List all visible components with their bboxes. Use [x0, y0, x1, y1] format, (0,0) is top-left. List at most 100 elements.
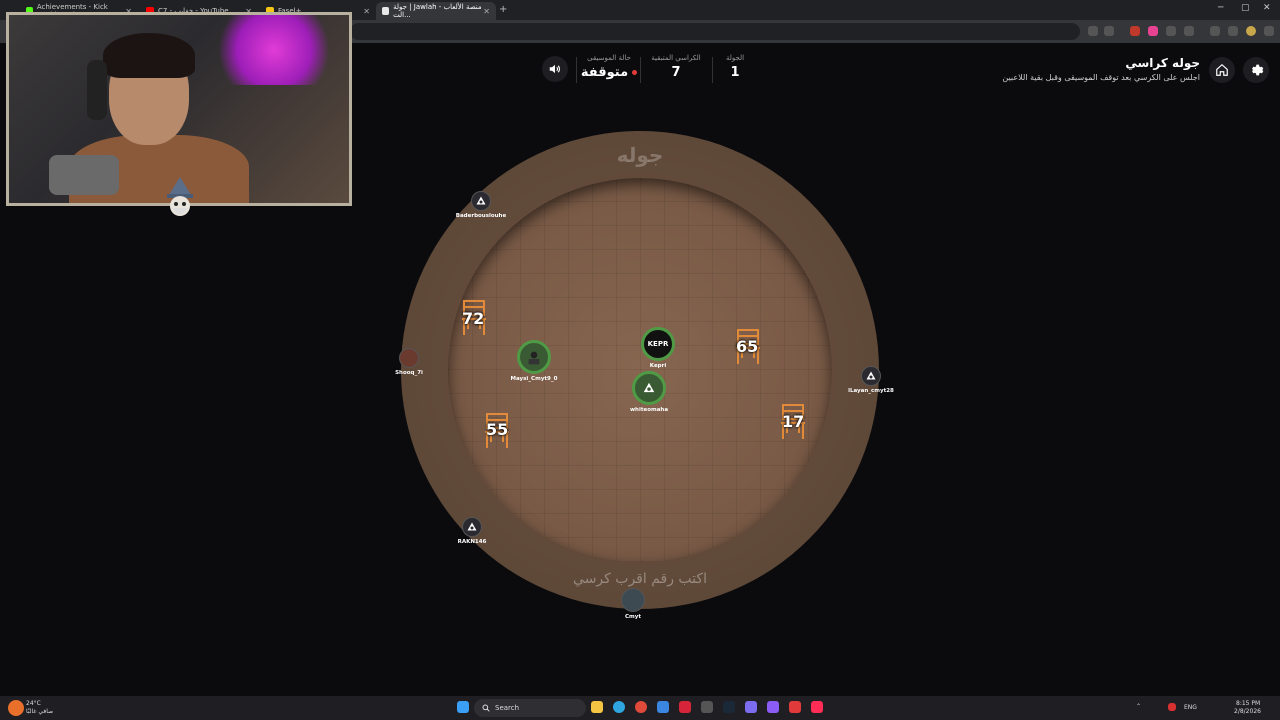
music-status: متوقفة [580, 65, 638, 80]
player-photo-icon [528, 351, 540, 365]
extension-icon[interactable] [1148, 26, 1158, 36]
player-name: Kepri [649, 363, 667, 369]
board-hint: اكتب رقم اقرب كرسي [573, 571, 707, 587]
player-badge: KEPR [647, 340, 669, 348]
home-button[interactable] [1209, 57, 1235, 83]
player-name: lLayan_cmyt28 [848, 388, 894, 394]
address-bar[interactable] [350, 23, 1080, 40]
player-token: Baderbouslouhe [450, 191, 512, 219]
tab-title: جولة | Jawlah - منصة الألعاب الت... [393, 3, 482, 19]
chairs-label: الكراسي المتبقية [651, 54, 701, 62]
tab-jawlah[interactable]: جولة | Jawlah - منصة الألعاب الت... ✕ [376, 2, 496, 20]
board-title: جوله [616, 143, 664, 167]
sound-toggle-button[interactable] [542, 56, 568, 82]
avatar [517, 340, 551, 374]
edge-icon[interactable] [613, 701, 625, 713]
weather-desc: صافي غالبًا [26, 708, 54, 715]
ghost-icon [866, 371, 876, 380]
game-title: جوله كراسي [1125, 56, 1200, 70]
wizard-mascot-icon [167, 177, 193, 216]
avatar: KEPR [641, 327, 675, 361]
player-name: RAKN146 [457, 539, 487, 545]
tray-chevron-icon[interactable]: ⌃ [1136, 703, 1141, 710]
close-icon[interactable]: ✕ [483, 7, 490, 16]
clock-date[interactable]: 2/8/2026 [1234, 708, 1261, 715]
chair-number[interactable]: 65 [736, 337, 758, 356]
ghost-icon [643, 382, 655, 393]
music-label: حالة الموسيقى [587, 54, 631, 62]
microphone [49, 155, 119, 195]
divider [576, 57, 577, 83]
player-name: Shooq_7i [395, 370, 423, 376]
chrome-icon[interactable] [635, 701, 647, 713]
language-indicator[interactable]: ENG [1184, 704, 1197, 711]
search-label: Search [495, 704, 520, 712]
status-dot-icon [632, 70, 638, 75]
speaker-icon [549, 64, 561, 74]
bookmark-star-icon[interactable] [1104, 26, 1114, 36]
player-token: Cmyt [613, 588, 653, 620]
player-token: RAKN146 [450, 517, 494, 545]
ghost-icon [476, 196, 486, 205]
player-token: Maysi_Cmyt9_0 [506, 340, 562, 382]
weather-icon [8, 700, 24, 716]
music-stat: حالة الموسيقى متوقفة [580, 54, 638, 80]
windows-start-icon[interactable] [457, 701, 469, 713]
extension-icon[interactable] [1130, 26, 1140, 36]
avatar [632, 371, 666, 405]
file-explorer-icon[interactable] [591, 701, 603, 713]
chairs-stat: الكراسي المتبقية 7 [645, 54, 707, 80]
windows-taskbar: 24°C صافي غالبًا Search ⌃ ENG 8:15 PM 2/… [0, 696, 1280, 720]
avatar [861, 366, 881, 386]
game-subtitle: اجلس على الكرسي بعد توقف الموسيقى وقبل ب… [1002, 73, 1200, 82]
extension-icon[interactable] [1166, 26, 1176, 36]
home-icon [1216, 63, 1228, 76]
zoom-icon[interactable] [1088, 26, 1098, 36]
round-label: الجولة [725, 54, 745, 62]
maximize-icon[interactable]: ▢ [1241, 3, 1250, 13]
round-stat: الجولة 1 [712, 54, 758, 80]
player-token: whiteomaha [624, 371, 674, 413]
settings-button[interactable] [1243, 57, 1269, 83]
app-icon[interactable] [789, 701, 801, 713]
streamer-hair [103, 33, 195, 78]
avatar [399, 348, 419, 368]
player-name: Maysi_Cmyt9_0 [510, 376, 558, 382]
ghost-icon [467, 522, 477, 531]
discord-icon[interactable] [745, 701, 757, 713]
chair-number[interactable]: 72 [462, 309, 484, 328]
jawlah-icon [382, 7, 390, 15]
download-icon[interactable] [1210, 26, 1220, 36]
app-icon[interactable] [679, 701, 691, 713]
steam-icon[interactable] [723, 701, 735, 713]
menu-icon[interactable] [1264, 26, 1274, 36]
chair-number[interactable]: 17 [782, 412, 804, 431]
player-name: Baderbouslouhe [455, 213, 507, 219]
side-panel-icon[interactable] [1228, 26, 1238, 36]
gear-icon [1252, 64, 1264, 76]
tray-app-icon[interactable] [1168, 703, 1176, 711]
weather-temp: 24°C [26, 700, 41, 707]
chair-number[interactable]: 55 [486, 420, 508, 439]
divider [640, 57, 641, 83]
divider [712, 57, 713, 83]
extensions-puzzle-icon[interactable] [1184, 26, 1194, 36]
minimize-icon[interactable]: ─ [1218, 3, 1223, 13]
app-icon[interactable] [657, 701, 669, 713]
player-name: Cmyt [625, 614, 641, 620]
close-icon[interactable]: ✕ [363, 7, 370, 16]
window-close-icon[interactable]: ✕ [1263, 3, 1271, 13]
profile-avatar[interactable] [1246, 26, 1256, 36]
headset [87, 60, 107, 120]
app-icon[interactable] [767, 701, 779, 713]
new-tab-button[interactable]: + [499, 4, 507, 15]
app-icon[interactable] [701, 701, 713, 713]
app-icon[interactable] [811, 701, 823, 713]
player-token: KEPR Kepri [636, 327, 680, 369]
taskbar-search[interactable]: Search [474, 699, 586, 717]
clock-time[interactable]: 8:15 PM [1236, 700, 1260, 707]
player-name: whiteomaha [629, 407, 669, 413]
player-token: Shooq_7i [385, 348, 433, 376]
player-token: lLayan_cmyt28 [843, 366, 899, 394]
search-icon [482, 704, 490, 712]
